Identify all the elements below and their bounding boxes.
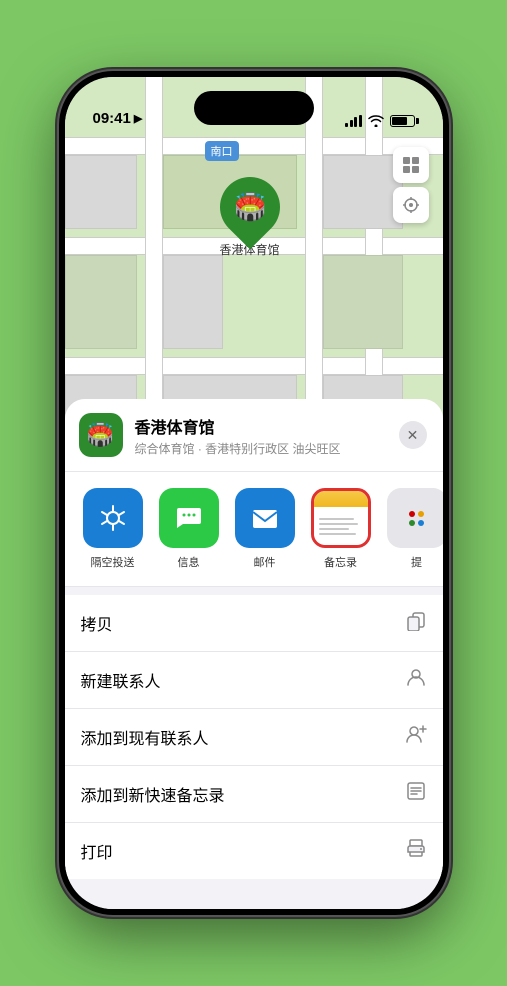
share-item-messages[interactable]: 信息 xyxy=(157,488,221,570)
share-item-airdrop[interactable]: 隔空投送 xyxy=(81,488,145,570)
menu-section: 拷贝 新建联系人 xyxy=(65,595,443,879)
phone-screen: 09:41 ▶ xyxy=(65,77,443,909)
location-info: 香港体育馆 综合体育馆 · 香港特别行政区 油尖旺区 xyxy=(135,414,387,457)
battery-icon xyxy=(390,115,415,127)
menu-item-copy-text: 拷贝 xyxy=(81,611,405,635)
airdrop-label: 隔空投送 xyxy=(91,554,135,570)
map-type-button[interactable] xyxy=(393,147,429,183)
messages-label: 信息 xyxy=(178,554,200,570)
menu-item-add-notes[interactable]: 添加到新快速备忘录 xyxy=(65,766,443,823)
bottom-sheet: 🏟️ 香港体育馆 综合体育馆 · 香港特别行政区 油尖旺区 ✕ xyxy=(65,399,443,909)
menu-item-add-existing[interactable]: 添加到现有联系人 xyxy=(65,709,443,766)
map-pin: 🏟️ 香港体育馆 xyxy=(220,177,280,258)
status-bar: 09:41 ▶ xyxy=(65,77,443,135)
share-item-more[interactable]: 提 xyxy=(385,488,443,570)
notes-icon xyxy=(311,488,371,548)
airdrop-icon xyxy=(83,488,143,548)
share-item-mail[interactable]: 邮件 xyxy=(233,488,297,570)
more-label: 提 xyxy=(411,554,422,570)
signal-bars-icon xyxy=(345,115,362,127)
menu-item-print-text: 打印 xyxy=(81,839,405,863)
mail-icon xyxy=(235,488,295,548)
menu-item-add-notes-text: 添加到新快速备忘录 xyxy=(81,782,405,806)
new-contact-icon xyxy=(405,666,427,694)
add-note-icon xyxy=(405,780,427,808)
share-item-notes[interactable]: 备忘录 xyxy=(309,488,373,570)
more-icon xyxy=(387,488,443,548)
location-arrow-icon: ▶ xyxy=(134,112,142,125)
menu-item-new-contact[interactable]: 新建联系人 xyxy=(65,652,443,709)
menu-item-copy[interactable]: 拷贝 xyxy=(65,595,443,652)
location-name: 香港体育馆 xyxy=(135,414,387,438)
mail-label: 邮件 xyxy=(254,554,276,570)
notes-label: 备忘录 xyxy=(324,554,357,570)
wifi-icon xyxy=(368,115,384,127)
map-controls xyxy=(393,147,429,225)
menu-item-new-contact-text: 新建联系人 xyxy=(81,668,405,692)
messages-icon xyxy=(159,488,219,548)
status-icons xyxy=(345,115,415,127)
location-button[interactable] xyxy=(393,187,429,223)
status-time: 09:41 ▶ xyxy=(93,110,143,127)
location-venue-icon: 🏟️ xyxy=(79,413,123,457)
menu-item-add-existing-text: 添加到现有联系人 xyxy=(81,725,405,749)
map-label-text: 南口 xyxy=(211,146,233,158)
location-card: 🏟️ 香港体育馆 综合体育馆 · 香港特别行政区 油尖旺区 ✕ xyxy=(65,399,443,472)
add-contact-icon xyxy=(405,723,427,751)
time-label: 09:41 xyxy=(93,110,131,127)
printer-icon xyxy=(405,837,427,865)
phone-frame: 09:41 ▶ xyxy=(59,71,449,915)
share-row: 隔空投送 信息 xyxy=(65,472,443,587)
copy-icon xyxy=(405,609,427,637)
close-button[interactable]: ✕ xyxy=(399,421,427,449)
map-label-south-entrance: 南口 xyxy=(205,141,239,161)
location-subtitle: 综合体育馆 · 香港特别行政区 油尖旺区 xyxy=(135,440,387,457)
close-icon: ✕ xyxy=(407,427,419,444)
menu-item-print[interactable]: 打印 xyxy=(65,823,443,879)
